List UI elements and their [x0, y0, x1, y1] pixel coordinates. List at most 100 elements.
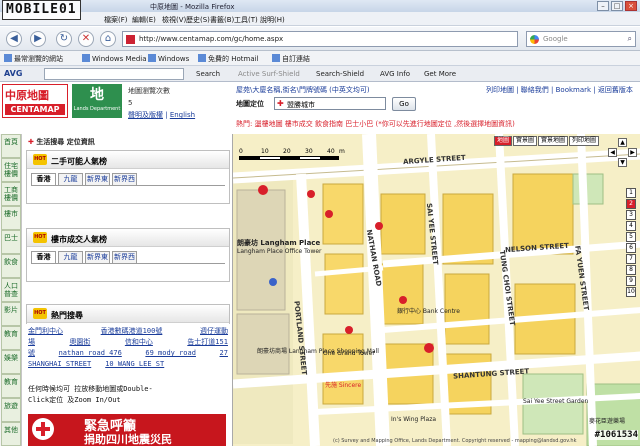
- search-icon[interactable]: ⌕: [628, 34, 632, 44]
- back-icon[interactable]: ◀: [6, 31, 22, 47]
- tab-kowloon[interactable]: 九龍: [58, 173, 83, 185]
- tab-kowloon[interactable]: 九龍: [58, 251, 83, 263]
- nav-residential[interactable]: 住宅樓價: [1, 158, 21, 182]
- zoom-level[interactable]: 9: [626, 276, 636, 286]
- hot-link[interactable]: SHANGHAI STREET: [28, 359, 91, 370]
- nav-commercial[interactable]: 工商樓價: [1, 182, 21, 206]
- minimize-button[interactable]: –: [597, 1, 609, 11]
- tab-photo[interactable]: 實景圖: [513, 136, 538, 146]
- zoom-level[interactable]: 4: [626, 221, 636, 231]
- bookmark-windows[interactable]: Windows: [148, 54, 189, 63]
- avg-search-shield[interactable]: Search-Shield: [316, 70, 364, 78]
- bookmark-windows-media[interactable]: Windows Media: [82, 54, 147, 63]
- nav-entertainment[interactable]: 娛樂: [1, 350, 21, 374]
- home-icon[interactable]: ⌂: [100, 31, 116, 47]
- map-viewport[interactable]: 0 10 20 30 40 m ARGYLE STREET NATHAN ROA…: [232, 134, 640, 446]
- bookmark-most-visited[interactable]: 最常瀏覽的網站: [4, 54, 63, 64]
- tab-hk[interactable]: 香港: [31, 173, 56, 185]
- location-input[interactable]: ✚ 盟勝城市: [274, 97, 386, 110]
- avg-info[interactable]: AVG Info: [380, 70, 410, 78]
- menu-view[interactable]: 檢視(V): [162, 15, 186, 25]
- map-view-tabs: 地圖 實景圖 實景地圖 列印地圖: [494, 136, 606, 146]
- notice-text[interactable]: 熱門: 盪樓地圖 樓市成交 飲食指南 巴士小巴 (*你可以先進行地圖定位 ,然後…: [236, 120, 515, 128]
- hot-link[interactable]: 10 WANG LEE ST: [105, 359, 164, 370]
- menu-file[interactable]: 檔案(F): [104, 15, 128, 25]
- hot-link[interactable]: 金門利中心: [28, 326, 63, 337]
- nav-dining[interactable]: 飲食: [1, 254, 21, 278]
- search-hint: 屋苑\大廈名稱,街名\門牌號碼 (中英文均可): [236, 86, 370, 94]
- english-link[interactable]: English: [170, 111, 195, 119]
- hot-link[interactable]: 告士打道151: [187, 337, 228, 348]
- disclaimer-link[interactable]: 聲明及版權: [128, 111, 163, 119]
- hot-link[interactable]: 香港數碼港道100號: [101, 326, 163, 337]
- address-bar[interactable]: http://www.centamap.com/gc/home.aspx: [122, 31, 518, 47]
- zoom-level[interactable]: 8: [626, 265, 636, 275]
- nav-census[interactable]: 人口普查: [1, 278, 21, 302]
- nav-bus[interactable]: 巴士: [1, 230, 21, 254]
- zoom-level[interactable]: 3: [626, 210, 636, 220]
- nav-travel[interactable]: 旅遊: [1, 398, 21, 422]
- pan-down-icon[interactable]: ▼: [618, 158, 627, 167]
- menu-tools[interactable]: 工具(T): [234, 15, 258, 25]
- menu-help[interactable]: 說明(H): [260, 15, 285, 25]
- hot-link[interactable]: 號: [28, 348, 35, 359]
- tab-hk[interactable]: 香港: [31, 251, 56, 263]
- avg-active-surf-shield[interactable]: Active Surf-Shield: [238, 70, 300, 78]
- nav-other[interactable]: 其他: [1, 422, 21, 446]
- hot-link[interactable]: 週仔運動: [200, 326, 228, 337]
- place-label: One Grand Tower: [323, 350, 375, 357]
- zoom-level[interactable]: 5: [626, 232, 636, 242]
- appeal-banner[interactable]: 緊急呼籲 捐助四川地震災民: [28, 414, 226, 446]
- nav-education[interactable]: 教育: [1, 326, 21, 350]
- avg-search-input[interactable]: [44, 68, 184, 80]
- menu-bookmarks[interactable]: 書籤(B): [210, 15, 234, 25]
- hot-link[interactable]: 信和中心: [125, 337, 153, 348]
- hot-link[interactable]: 場: [28, 337, 35, 348]
- pan-up-icon[interactable]: ▲: [618, 138, 627, 147]
- zoom-level-selected[interactable]: 2: [626, 199, 636, 209]
- zoom-level[interactable]: 7: [626, 254, 636, 264]
- tab-map[interactable]: 地圖: [494, 136, 513, 146]
- reload-icon[interactable]: ↻: [56, 31, 72, 47]
- hot-search-list: 金門利中心 香港數碼港道100號 週仔運動 場 奧園街 信和中心 告士打道151…: [28, 326, 228, 370]
- tab-nt-east[interactable]: 新界東: [85, 173, 110, 185]
- tab-nt-west[interactable]: 新界西: [112, 251, 137, 263]
- zoom-level[interactable]: 10: [626, 287, 636, 297]
- tab-photo-map[interactable]: 實景地圖: [538, 136, 569, 146]
- nav-education-2[interactable]: 教育: [1, 374, 21, 398]
- location-value: 盟勝城市: [287, 101, 315, 109]
- zoom-level[interactable]: 6: [626, 243, 636, 253]
- menu-edit[interactable]: 編輯(E): [132, 15, 156, 25]
- nav-property[interactable]: 樓市: [1, 206, 21, 230]
- pan-right-icon[interactable]: ▶: [628, 148, 637, 157]
- avg-search-button[interactable]: Search: [196, 70, 220, 78]
- zoom-level[interactable]: 1: [626, 188, 636, 198]
- hot-link[interactable]: 69 mody road: [145, 348, 196, 359]
- nav-video[interactable]: 影片: [1, 302, 21, 326]
- close-button[interactable]: ×: [625, 1, 637, 11]
- scale-tick: 30: [305, 148, 313, 155]
- search-box[interactable]: Google ⌕: [526, 31, 636, 47]
- top-right-links[interactable]: 列印地圖 | 聯絡我們 | Bookmark | 返回舊版本: [486, 85, 633, 95]
- tab-nt-east[interactable]: 新界東: [85, 251, 110, 263]
- menu-history[interactable]: 歷史(S): [186, 15, 210, 25]
- avg-logo[interactable]: AVG: [4, 69, 22, 78]
- maximize-button[interactable]: □: [611, 1, 623, 11]
- pan-left-icon[interactable]: ◀: [608, 148, 617, 157]
- tab-nt-west[interactable]: 新界西: [112, 173, 137, 185]
- url-text: http://www.centamap.com/gc/home.aspx: [139, 35, 284, 43]
- tab-print-map[interactable]: 列印地圖: [569, 136, 600, 146]
- stop-icon[interactable]: ✕: [78, 31, 94, 47]
- bookmark-custom-links[interactable]: 自訂連結: [272, 54, 310, 64]
- nav-home[interactable]: 首頁: [1, 134, 21, 158]
- scale-tick: 40: [327, 148, 335, 155]
- avg-get-more[interactable]: Get More: [424, 70, 456, 78]
- forward-icon[interactable]: ▶: [30, 31, 46, 47]
- hot-link[interactable]: 27: [220, 348, 228, 359]
- bookmark-hotmail[interactable]: 免費的 Hotmail: [198, 54, 259, 64]
- hot-link[interactable]: nathan road 476: [59, 348, 122, 359]
- list-item: 場 奧園街 信和中心 告士打道151: [28, 337, 228, 348]
- hot-link[interactable]: 奧園街: [69, 337, 90, 348]
- go-button[interactable]: Go: [392, 97, 416, 111]
- centamap-logo[interactable]: 中原地圖 CENTAMAP: [2, 84, 68, 118]
